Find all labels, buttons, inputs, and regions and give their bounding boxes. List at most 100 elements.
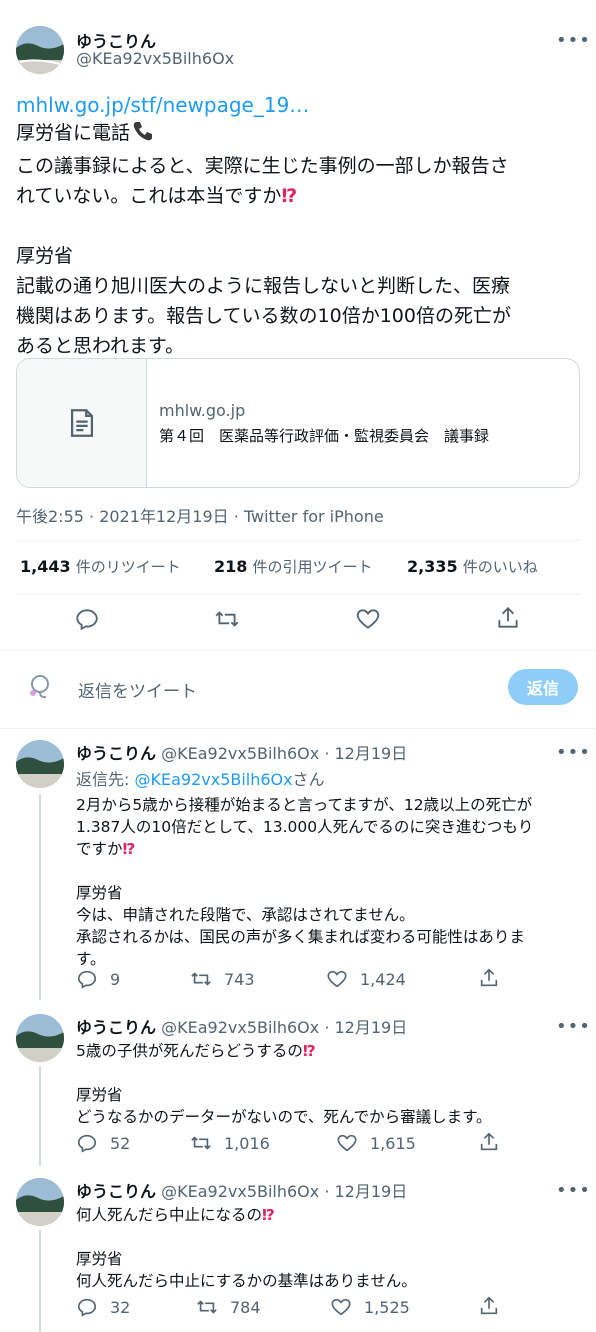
- quotes-stat[interactable]: 218 件の引用ツイート: [214, 556, 373, 577]
- card-thumbnail: [17, 359, 147, 487]
- author-avatar[interactable]: [16, 26, 64, 74]
- tweet-line-1: 厚労省に電話: [16, 122, 131, 144]
- retweets-stat[interactable]: 1,443 件のリツイート: [20, 556, 181, 577]
- reply-avatar[interactable]: [16, 1014, 64, 1062]
- reply-count: 52: [110, 1134, 131, 1153]
- reply-icon[interactable]: [76, 968, 98, 990]
- reply-header: ゆうこりん @KEa92vx5Bilh6Ox · 12月19日: [76, 740, 407, 764]
- reply-handle-date[interactable]: @KEa92vx5Bilh6Ox · 12月19日: [161, 1182, 407, 1201]
- reply-body: 2月から5歳から接種が始まると言ってますが、12歳以上の死亡が 1.387人の1…: [76, 794, 591, 970]
- share-icon[interactable]: [478, 967, 500, 989]
- retweet-icon[interactable]: [190, 1132, 212, 1154]
- likes-stat[interactable]: 2,335 件のいいね: [407, 556, 538, 577]
- more-dots-icon[interactable]: •••: [556, 1180, 591, 1201]
- retweet-icon[interactable]: [190, 968, 212, 990]
- reply-handle-date[interactable]: @KEa92vx5Bilh6Ox · 12月19日: [161, 1018, 407, 1037]
- reply-avatar[interactable]: [16, 740, 64, 788]
- reply-author-name[interactable]: ゆうこりん: [76, 1018, 156, 1037]
- retweets-label: 件のリツイート: [75, 558, 181, 576]
- thread-line: [39, 1066, 41, 1166]
- like-count: 1,424: [360, 970, 406, 989]
- reply-to-handle[interactable]: @KEa92vx5Bilh6Ox: [134, 770, 292, 789]
- reply-line: 2月から5歳から接種が始まると言ってますが、12歳以上の死亡が: [76, 796, 533, 814]
- retweet-icon[interactable]: [214, 606, 240, 632]
- reply-to-prefix: 返信先:: [76, 770, 135, 789]
- divider: [0, 728, 596, 729]
- interrobang-icon: ⁉: [262, 1206, 275, 1224]
- reply-body: 5歳の子供が死んだらどうするの⁉ 厚労省 どうなるかのデーターがないので、死んで…: [76, 1040, 591, 1128]
- reply-line: 5歳の子供が死んだらどうするの: [76, 1042, 303, 1060]
- reply-line: 1.387人の10倍だとして、13.000人死んでるのに突き進むつもり: [76, 818, 534, 836]
- reply-to-suffix: さん: [292, 770, 325, 789]
- reply-avatar[interactable]: [16, 1178, 64, 1226]
- reply-line: どうなるかのデーターがないので、死んでから審議します。: [76, 1108, 492, 1126]
- reply-line: す。: [76, 950, 106, 968]
- reply-count: 9: [110, 970, 121, 989]
- phone-icon: [132, 120, 154, 151]
- reply-to-line: 返信先: @KEa92vx5Bilh6Oxさん: [76, 766, 325, 790]
- divider: [16, 594, 580, 595]
- author-handle[interactable]: @KEa92vx5Bilh6Ox: [76, 49, 234, 68]
- reply-icon[interactable]: [76, 1132, 98, 1154]
- link-card[interactable]: mhlw.go.jp 第４回 医薬品等行政評価・監視委員会 議事録: [16, 358, 580, 488]
- retweets-count: 1,443: [20, 557, 71, 576]
- tweet-line-3: れていない。これは本当ですか: [16, 185, 282, 207]
- reply-icon[interactable]: [76, 1296, 98, 1318]
- reply-header: ゆうこりん @KEa92vx5Bilh6Ox · 12月19日: [76, 1014, 407, 1038]
- reply-author-name[interactable]: ゆうこりん: [76, 1182, 156, 1201]
- reply-input[interactable]: 返信をツイート: [78, 677, 478, 702]
- like-icon[interactable]: [355, 606, 381, 632]
- divider: [16, 540, 580, 541]
- tweet-line-5: 記載の通り旭川医大のように報告しないと判断した、医療: [16, 275, 511, 297]
- retweet-count: 784: [230, 1298, 261, 1317]
- tweet-link[interactable]: mhlw.go.jp/stf/newpage_19…: [16, 90, 309, 120]
- retweet-icon[interactable]: [196, 1296, 218, 1318]
- like-count: 1,525: [364, 1298, 410, 1317]
- card-title: 第４回 医薬品等行政評価・監視委員会 議事録: [159, 427, 490, 445]
- share-icon[interactable]: [478, 1131, 500, 1153]
- reply-line: ですか: [76, 840, 123, 858]
- share-icon[interactable]: [478, 1295, 500, 1317]
- reply-line: 今は、申請された段階で、承認はされてません。: [76, 906, 415, 924]
- like-icon[interactable]: [326, 968, 348, 990]
- reply-author-name[interactable]: ゆうこりん: [76, 744, 156, 763]
- interrobang-icon: ⁉: [302, 1042, 316, 1060]
- tweet-timestamp[interactable]: 午後2:55 · 2021年12月19日 · Twitter for iPhon…: [16, 503, 384, 527]
- tweet-line-4: 厚労省: [16, 245, 74, 267]
- interrobang-icon: ⁉: [122, 840, 136, 858]
- reply-count: 32: [110, 1298, 131, 1317]
- likes-label: 件のいいね: [462, 558, 538, 576]
- quotes-label: 件の引用ツイート: [252, 558, 373, 576]
- more-dots-icon[interactable]: •••: [556, 1016, 591, 1037]
- retweet-count: 743: [224, 970, 255, 989]
- card-domain: mhlw.go.jp: [159, 401, 246, 420]
- share-icon[interactable]: [495, 605, 521, 631]
- like-icon[interactable]: [330, 1296, 352, 1318]
- likes-count: 2,335: [407, 557, 458, 576]
- more-dots-icon[interactable]: •••: [556, 30, 591, 51]
- interrobang-icon: ⁉: [281, 185, 298, 207]
- reply-icon[interactable]: [74, 606, 100, 632]
- reply-body: 何人死んだら中止になるの⁉ 厚労省 何人死んだら中止にするかの基準はありません。: [76, 1204, 591, 1292]
- reply-line: 厚労省: [76, 1250, 123, 1268]
- tweet-line-6: 機関はあります。報告している数の10倍か100倍の死亡が: [16, 305, 511, 327]
- tweet-body: 厚労省に電話 この議事録によると、実際に生じた事例の一部しか報告さ れていない。…: [16, 118, 586, 361]
- thread-line: [39, 794, 41, 1000]
- reply-line: 承認されるかは、国民の声が多く集まれば変わる可能性はありま: [76, 928, 525, 946]
- like-count: 1,615: [370, 1134, 416, 1153]
- quotes-count: 218: [214, 557, 248, 576]
- reply-header: ゆうこりん @KEa92vx5Bilh6Ox · 12月19日: [76, 1178, 407, 1202]
- reply-button[interactable]: 返信: [508, 669, 578, 705]
- reply-line: 厚労省: [76, 884, 123, 902]
- reply-line: 何人死んだら中止にするかの基準はありません。: [76, 1272, 417, 1290]
- like-icon[interactable]: [336, 1132, 358, 1154]
- composer-avatar-icon: [26, 672, 54, 704]
- thread-line: [39, 1230, 41, 1332]
- more-dots-icon[interactable]: •••: [556, 742, 591, 763]
- reply-line: 何人死んだら中止になるの: [76, 1206, 263, 1224]
- tweet-line-7: あると思われます。: [16, 335, 185, 357]
- reply-line: 厚労省: [76, 1086, 123, 1104]
- reply-handle-date[interactable]: @KEa92vx5Bilh6Ox · 12月19日: [161, 744, 407, 763]
- divider: [0, 650, 596, 651]
- document-icon: [70, 409, 93, 437]
